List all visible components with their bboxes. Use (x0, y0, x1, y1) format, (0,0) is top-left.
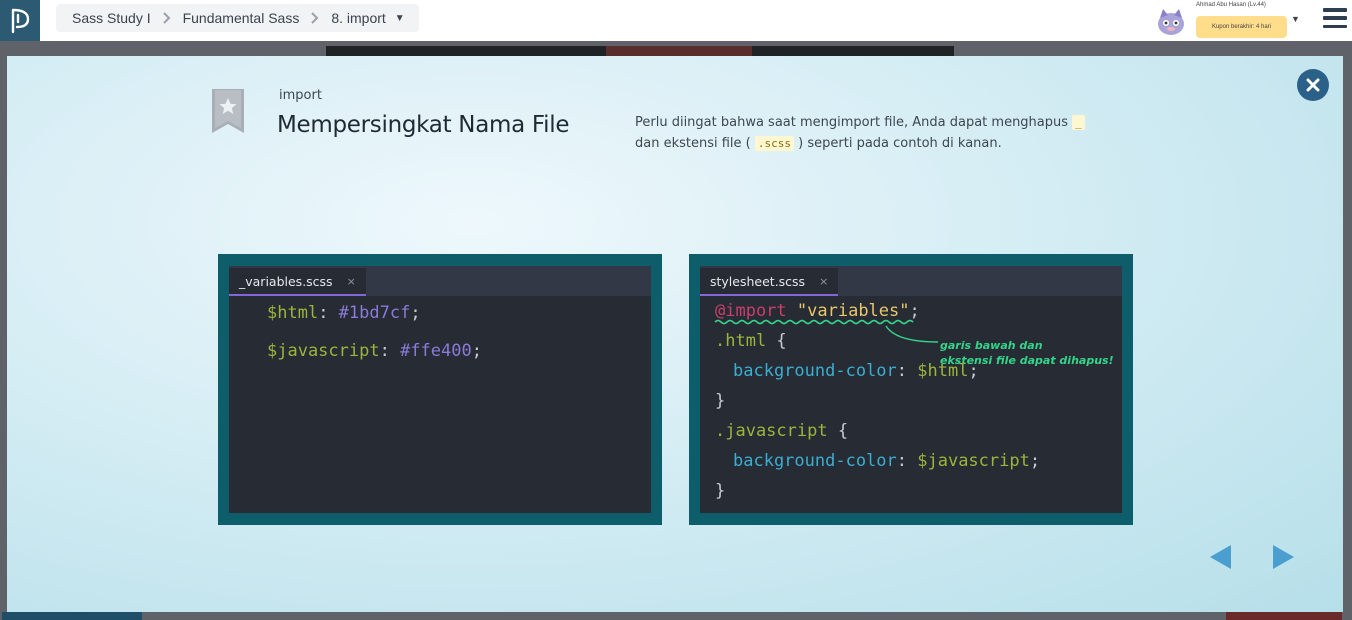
code-line: background-color: $javascript; (733, 451, 1040, 471)
code-punct: { (827, 421, 849, 441)
code-line: background-color: $html; (733, 361, 979, 381)
editor-tab[interactable]: stylesheet.scss × (700, 268, 839, 296)
code-punct: ; (471, 341, 482, 361)
close-button[interactable] (1297, 69, 1329, 101)
code-property: background-color (733, 361, 897, 381)
code-line: $html: #1bd7cf; (267, 303, 421, 323)
logo[interactable] (0, 0, 40, 41)
code-punct: } (715, 391, 726, 411)
code-punct: : (379, 341, 401, 361)
slide-title: Mempersingkat Nama File (277, 112, 570, 138)
code-value: #1bd7cf (338, 303, 411, 323)
code-line: } (715, 391, 725, 411)
code-line: } (715, 481, 725, 501)
user-name: Ahmad Abu Hasan (Lv.44) (1196, 2, 1266, 8)
breadcrumb-course[interactable]: Sass Study I (72, 10, 151, 26)
chevron-right-icon (311, 12, 319, 24)
inline-code: _ (1072, 115, 1085, 130)
annotation-text: garis bawah dan (940, 339, 1043, 352)
caret-down-icon[interactable]: ▼ (395, 13, 405, 24)
code-variable: $javascript (267, 341, 380, 361)
code-punct: ; (1029, 451, 1041, 471)
top-bar: Sass Study I Fundamental Sass 8. import … (0, 0, 1352, 41)
code-value: #ffe400 (400, 341, 472, 361)
code-punct: : (896, 451, 918, 471)
code-punct: ; (968, 361, 979, 381)
code-punct: } (715, 481, 726, 501)
background-panel (2, 612, 142, 620)
code-selector: .javascript (715, 421, 828, 441)
slide-modal: import Mempersingkat Nama File Perlu dii… (7, 56, 1343, 612)
caret-down-icon[interactable]: ▼ (1291, 14, 1300, 24)
code-line: .html { (715, 331, 787, 351)
tab-filename: _variables.scss (239, 273, 333, 289)
bookmark-star-icon[interactable] (211, 88, 245, 134)
close-icon (1306, 78, 1320, 92)
code-property: background-color (733, 451, 897, 471)
code-variable: $html (267, 303, 319, 323)
editor-tab[interactable]: _variables.scss × (229, 268, 366, 296)
code-editor-stylesheet: stylesheet.scss × @import "variables"; g… (689, 254, 1133, 525)
code-punct: { (766, 331, 787, 351)
chevron-right-icon (162, 12, 171, 24)
desc-text: Perlu diingat bahwa saat mengimport file… (635, 115, 1069, 130)
code-line: .javascript { (715, 421, 848, 441)
logo-icon (11, 8, 30, 33)
coupon-badge: Kupon berakhir: 4 hari (1196, 16, 1287, 38)
arrow-left-icon[interactable] (1209, 544, 1233, 570)
code-punct: : (896, 361, 918, 381)
slide-description: Perlu diingat bahwa saat mengimport file… (635, 112, 1115, 154)
close-tab-icon[interactable]: × (347, 275, 356, 288)
code-variable: $html (917, 361, 969, 381)
breadcrumb-chapter[interactable]: Fundamental Sass (183, 10, 300, 26)
code-variable: $javascript (917, 451, 1030, 471)
menu-icon[interactable] (1323, 8, 1347, 28)
user-menu[interactable]: Ahmad Abu Hasan (Lv.44) Kupon berakhir: … (1152, 2, 1302, 40)
breadcrumb: Sass Study I Fundamental Sass 8. import … (56, 4, 419, 32)
close-tab-icon[interactable]: × (819, 275, 828, 288)
code-punct: : (318, 303, 339, 323)
inline-code: .scss (754, 136, 795, 151)
slide-subtitle: import (279, 88, 322, 103)
background-panel (1226, 612, 1342, 620)
breadcrumb-lesson[interactable]: 8. import (331, 10, 385, 26)
desc-text: ) seperti pada contoh di kanan. (798, 136, 1002, 151)
editor-tabbar: _variables.scss × (229, 266, 651, 296)
code-selector: .html (715, 331, 767, 351)
arrow-right-icon[interactable] (1271, 544, 1295, 570)
code-line: $javascript: #ffe400; (267, 341, 482, 361)
avatar-icon (1158, 9, 1184, 35)
desc-text: dan ekstensi file ( (635, 136, 751, 151)
tab-filename: stylesheet.scss (710, 273, 806, 289)
editor-tabbar: stylesheet.scss × (700, 266, 1122, 296)
code-punct: ; (410, 303, 421, 323)
code-editor-variables: _variables.scss × $html: #1bd7cf; $javas… (218, 254, 662, 525)
